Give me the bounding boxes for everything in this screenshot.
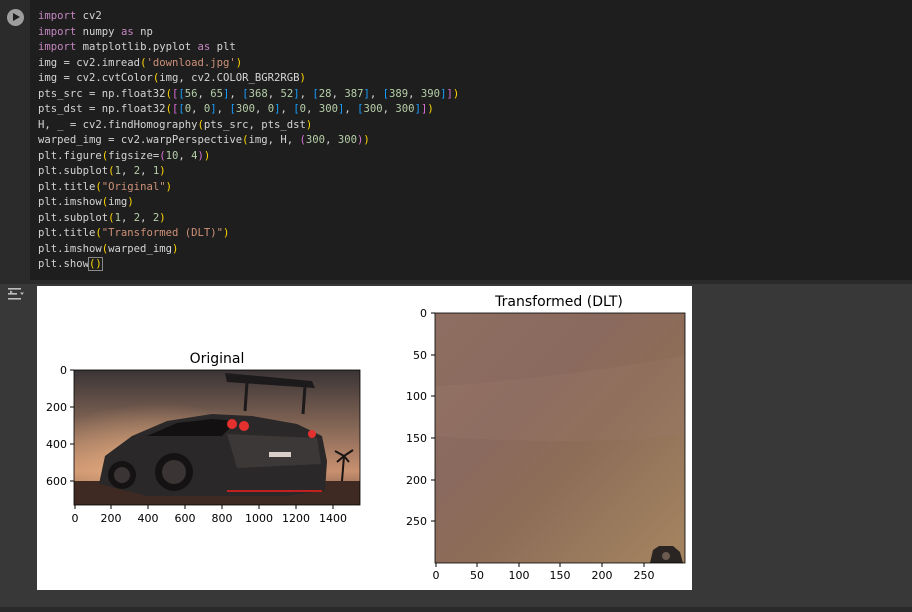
svg-text:100: 100: [509, 569, 530, 582]
code-line: plt.imshow(img): [38, 196, 134, 208]
svg-text:100: 100: [406, 390, 427, 403]
code-line: plt.subplot(1, 2, 2): [38, 211, 166, 224]
code-line: import numpy as np: [38, 25, 153, 38]
svg-text:50: 50: [470, 569, 484, 582]
svg-text:1000: 1000: [245, 512, 273, 525]
run-cell-button[interactable]: [7, 9, 24, 26]
code-line: H, _ = cv2.findHomography(pts_src, pts_d…: [38, 118, 313, 131]
code-cell[interactable]: import cv2 import numpy as np import mat…: [0, 0, 912, 280]
code-line: plt.title("Original"): [38, 180, 172, 193]
output-toggle-icon[interactable]: [7, 287, 25, 301]
svg-text:800: 800: [212, 512, 233, 525]
svg-text:50: 50: [413, 349, 427, 362]
svg-text:200: 200: [592, 569, 613, 582]
svg-text:600: 600: [175, 512, 196, 525]
svg-text:200: 200: [46, 401, 67, 414]
code-line: import matplotlib.pyplot as plt: [38, 41, 236, 53]
svg-text:250: 250: [634, 569, 655, 582]
code-line: plt.subplot(1, 2, 1): [38, 165, 166, 177]
svg-text:200: 200: [101, 512, 122, 525]
svg-text:0: 0: [72, 512, 79, 525]
cell-output: Original 0 200 400 600 0 200 400 600 800…: [37, 286, 692, 590]
y-axis-ticks: 0 200 400 600: [46, 364, 74, 488]
code-line: plt.title("Transformed (DLT)"): [38, 227, 230, 239]
x-axis-ticks: 0 200 400 600 800 1000 1200 1400: [72, 505, 347, 525]
code-line: import cv2: [38, 10, 102, 22]
svg-text:150: 150: [550, 569, 571, 582]
svg-text:0: 0: [420, 307, 427, 320]
subplot-original: Original 0 200 400 600 0 200 400 600 800…: [46, 351, 361, 525]
svg-text:0: 0: [60, 364, 67, 377]
svg-text:1400: 1400: [319, 512, 347, 525]
code-line: pts_src = np.float32([[56, 65], [368, 52…: [38, 87, 460, 100]
code-line: pts_dst = np.float32([[0, 0], [300, 0], …: [38, 103, 434, 115]
original-image: [74, 370, 360, 505]
output-gutter: [0, 284, 30, 594]
cell-gutter: [0, 0, 30, 280]
code-line: plt.imshow(warped_img): [38, 242, 179, 255]
transformed-image: [435, 313, 685, 563]
code-line: plt.show(): [38, 257, 103, 271]
code-line: plt.figure(figsize=(10, 4)): [38, 149, 211, 162]
code-line: warped_img = cv2.warpPerspective(img, H,…: [38, 134, 370, 146]
svg-text:200: 200: [406, 474, 427, 487]
svg-text:150: 150: [406, 432, 427, 445]
code-line: img = cv2.cvtColor(img, cv2.COLOR_BGR2RG…: [38, 72, 306, 84]
code-line: img = cv2.imread('download.jpg'): [38, 56, 243, 69]
x-axis-ticks: 0 50 100 150 200 250: [433, 563, 655, 582]
svg-text:1200: 1200: [282, 512, 310, 525]
svg-text:250: 250: [406, 515, 427, 528]
y-axis-ticks: 0 50 100 150 200 250: [406, 307, 435, 528]
plot-title: Transformed (DLT): [494, 294, 623, 310]
cell-separator: [0, 280, 912, 284]
svg-text:400: 400: [46, 438, 67, 451]
plot-title: Original: [190, 351, 245, 367]
subplot-transformed: Transformed (DLT) 0 50 100 150 200 250 0…: [406, 294, 686, 582]
code-editor[interactable]: import cv2 import numpy as np import mat…: [38, 9, 459, 273]
matplotlib-figure: Original 0 200 400 600 0 200 400 600 800…: [46, 294, 686, 582]
svg-text:600: 600: [46, 475, 67, 488]
svg-text:0: 0: [433, 569, 440, 582]
svg-text:400: 400: [138, 512, 159, 525]
bottom-bar: [0, 607, 912, 612]
